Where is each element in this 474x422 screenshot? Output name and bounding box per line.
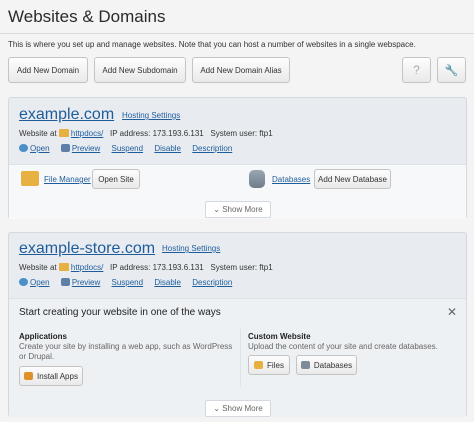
preview-link[interactable]: Preview [72, 278, 100, 287]
custom-website-desc: Upload the content of your site and crea… [248, 342, 438, 351]
install-apps-button[interactable]: Install Apps [19, 366, 83, 386]
domain-meta: Website at httpdocs/ IP address: 173.193… [19, 129, 273, 138]
files-label: Files [267, 360, 284, 370]
close-icon[interactable]: ✕ [447, 305, 457, 319]
description-link[interactable]: Description [192, 278, 232, 287]
show-more-button[interactable]: ⌄ Show More [205, 201, 271, 218]
intro-text: This is where you set up and manage webs… [8, 40, 416, 49]
add-new-domain-button[interactable]: Add New Domain [8, 57, 88, 83]
database-icon [300, 361, 310, 369]
databases-label: Databases [313, 360, 353, 370]
databases-button[interactable]: Databases [296, 355, 357, 375]
open-link[interactable]: Open [30, 278, 50, 287]
help-icon[interactable]: ? [402, 57, 431, 83]
domain-name-link[interactable]: example.com [19, 106, 114, 124]
tools-band: File Manager Open Site Databases Add New… [9, 164, 466, 219]
start-creating-title: Start creating your website in one of th… [19, 307, 221, 318]
databases-link[interactable]: Databases [272, 175, 310, 184]
install-apps-label: Install Apps [37, 371, 78, 381]
files-button[interactable]: Files [248, 355, 290, 375]
add-new-domain-alias-button[interactable]: Add New Domain Alias [192, 57, 290, 83]
domain-actions: Open Preview Suspend Disable Description [19, 144, 241, 153]
page-title: Websites & Domains [8, 7, 166, 26]
applications-desc: Create your site by installing a web app… [19, 342, 233, 361]
website-at-label: Website at [19, 129, 57, 138]
file-manager-icon [21, 171, 39, 186]
description-link[interactable]: Description [192, 144, 232, 153]
open-link[interactable]: Open [30, 144, 50, 153]
suspend-link[interactable]: Suspend [112, 144, 144, 153]
column-divider [240, 329, 241, 387]
add-new-database-button[interactable]: Add New Database [314, 169, 391, 189]
tools-icon[interactable]: 🔧 [437, 57, 466, 83]
apps-icon [24, 372, 34, 380]
show-more-button[interactable]: ⌄ Show More [205, 400, 271, 417]
hosting-settings-link[interactable]: Hosting Settings [162, 244, 220, 253]
custom-website-heading: Custom Website [248, 332, 311, 341]
domain-meta: Website at httpdocs/ IP address: 173.193… [19, 263, 273, 272]
folder-icon [58, 263, 69, 271]
disable-link[interactable]: Disable [154, 278, 181, 287]
system-user: System user: ftp1 [210, 263, 273, 272]
httpdocs-link[interactable]: httpdocs/ [71, 129, 103, 138]
title-rule [0, 33, 474, 34]
website-at-label: Website at [19, 263, 57, 272]
folder-icon [58, 129, 69, 137]
database-icon [249, 170, 265, 188]
suspend-link[interactable]: Suspend [112, 278, 144, 287]
open-site-button[interactable]: Open Site [92, 169, 140, 189]
applications-heading: Applications [19, 332, 68, 341]
globe-icon [19, 144, 28, 152]
start-creating-band: Start creating your website in one of th… [9, 298, 466, 417]
preview-link[interactable]: Preview [72, 144, 100, 153]
globe-icon [19, 278, 28, 286]
disable-link[interactable]: Disable [154, 144, 181, 153]
folder-icon [254, 361, 264, 369]
system-user: System user: ftp1 [210, 129, 273, 138]
domain-card-example-store-com: example-store.com Hosting Settings Websi… [8, 232, 467, 417]
domain-card-example-com: example.com Hosting Settings Website at … [8, 97, 467, 219]
preview-icon [60, 278, 70, 286]
add-new-subdomain-button[interactable]: Add New Subdomain [94, 57, 186, 83]
ip-address: IP address: 173.193.6.131 [110, 129, 204, 138]
domain-name-link[interactable]: example-store.com [19, 240, 155, 258]
preview-icon [60, 144, 70, 152]
file-manager-link[interactable]: File Manager [44, 175, 91, 184]
httpdocs-link[interactable]: httpdocs/ [71, 263, 103, 272]
domain-actions: Open Preview Suspend Disable Description [19, 278, 241, 287]
hosting-settings-link[interactable]: Hosting Settings [122, 111, 180, 120]
ip-address: IP address: 173.193.6.131 [110, 263, 204, 272]
